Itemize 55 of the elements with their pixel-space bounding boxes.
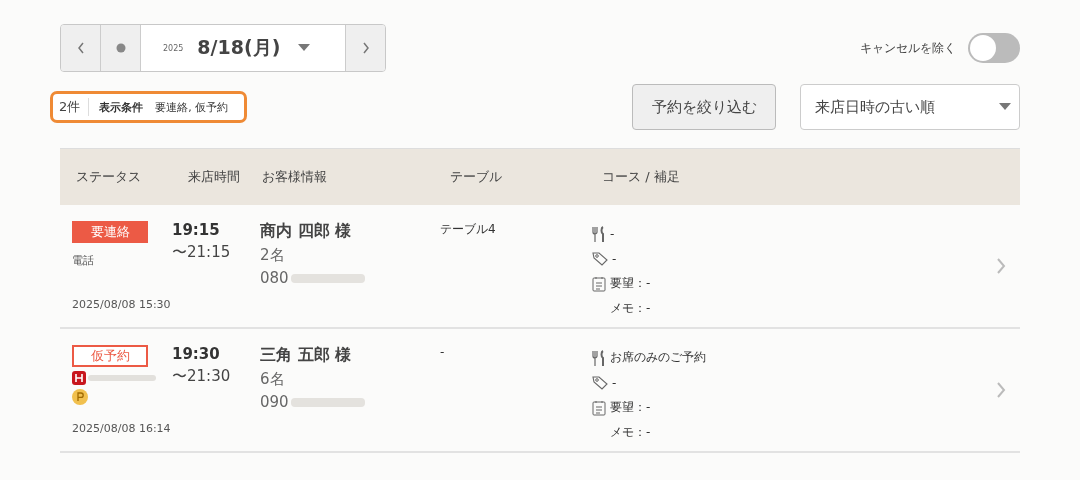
end-time: 〜21:15 xyxy=(172,243,232,262)
chevron-right-icon xyxy=(361,42,370,54)
previous-day-button[interactable] xyxy=(61,25,101,71)
chevron-left-icon xyxy=(76,42,85,54)
tag-icon xyxy=(592,375,608,390)
party-size: 6名 xyxy=(260,370,285,389)
request-text: 要望：- xyxy=(610,275,651,292)
cutlery-icon xyxy=(592,349,606,366)
column-header: お客様情報 xyxy=(261,168,328,186)
notepad-icon xyxy=(592,275,606,292)
memo-text: メモ：- xyxy=(610,424,651,441)
phone-prefix: 090 xyxy=(260,393,289,411)
toggle-label: キャンセルを除く xyxy=(860,39,956,57)
h-icon xyxy=(72,371,86,385)
tag-icon xyxy=(592,251,608,266)
date-picker[interactable]: 2025 8/18(月) xyxy=(141,25,345,71)
start-time: 19:30 xyxy=(172,345,221,363)
created-time: 2025/08/08 16:14 xyxy=(72,422,171,435)
next-day-button[interactable] xyxy=(345,25,385,71)
course-text: お席のみのご予約 xyxy=(610,349,706,366)
table-name: - xyxy=(440,345,445,359)
memo-text: メモ：- xyxy=(610,300,651,317)
p-icon xyxy=(72,389,88,405)
guest-name: 商内 四郎 様 xyxy=(260,221,352,242)
blurred-text xyxy=(86,373,158,383)
coupon-text: - xyxy=(612,251,617,266)
sort-select[interactable]: 来店日時の古い順 xyxy=(800,84,1020,130)
result-count: 2件 xyxy=(59,98,90,116)
status-badge: 仮予約 xyxy=(72,345,148,367)
caret-icon xyxy=(298,44,311,52)
filter-value: 要連絡, 仮予約 xyxy=(155,99,229,115)
coupon-text: - xyxy=(612,375,617,390)
caret-icon xyxy=(999,103,1011,111)
toggle-switch[interactable] xyxy=(968,33,1020,63)
column-header: ステータス xyxy=(75,168,142,186)
party-size: 2名 xyxy=(260,246,285,265)
filter-button[interactable]: 予約を絞り込む xyxy=(632,84,776,130)
course-text: - xyxy=(610,226,615,241)
column-header: 来店時間 xyxy=(187,168,241,186)
notepad-icon xyxy=(592,399,606,416)
phone-prefix: 080 xyxy=(260,269,289,287)
guest-name: 三角 五郎 様 xyxy=(260,345,352,366)
dot-icon xyxy=(115,43,126,53)
start-time: 19:15 xyxy=(172,221,221,239)
status-badge: 要連絡 xyxy=(72,221,148,243)
filter-label: 表示条件 xyxy=(99,99,144,115)
created-time: 2025/08/08 15:30 xyxy=(72,298,171,311)
end-time: 〜21:30 xyxy=(172,367,232,386)
column-header: テーブル xyxy=(449,168,503,186)
column-header: コース / 補足 xyxy=(601,168,681,186)
cutlery-icon xyxy=(592,225,606,242)
source-text: 電話 xyxy=(72,253,94,268)
request-text: 要望：- xyxy=(610,399,651,416)
table-name: テーブル4 xyxy=(440,222,496,236)
today-button[interactable] xyxy=(101,25,141,71)
